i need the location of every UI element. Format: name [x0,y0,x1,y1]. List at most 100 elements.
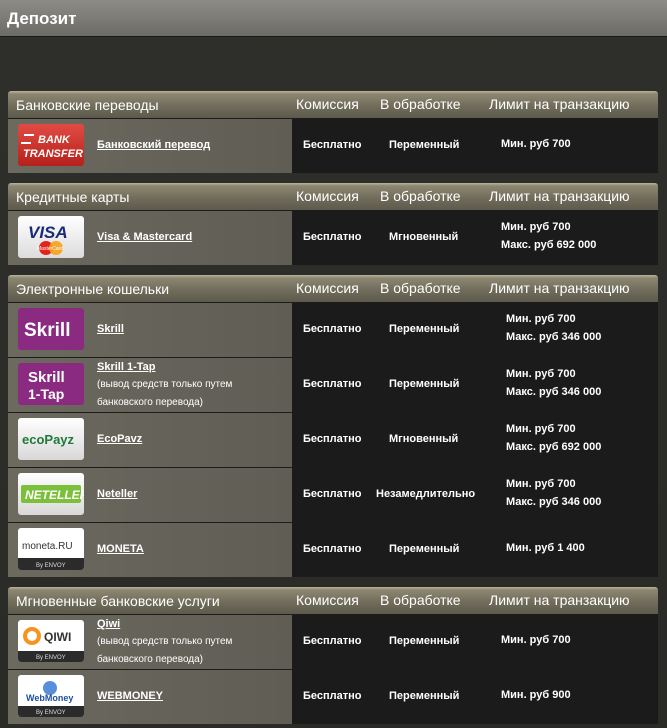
column-limit-header: Лимит на транзакцию [489,96,630,112]
method-note: (вывод средств только путем [97,379,233,390]
method-link-skrill[interactable]: Skrill [97,323,124,335]
limit-min-value: Мин. руб 900 [501,689,571,701]
section-title: Электронные кошельки [16,281,170,297]
fee-value: Бесплатно [303,139,362,151]
method-row-moneta: moneta.RU By ENVOY MONETA Бесплатно Пере… [8,522,658,577]
page-title: Депозит [7,9,77,28]
method-row-ecopayz: ecoPayz EcoPavz Бесплатно Мгновенный Мин… [8,412,658,467]
limit-max-value: Макс. руб 346 000 [506,496,602,508]
section-header: Кредитные карты Комиссия В обработке Лим… [8,183,658,210]
logo-text: BANK [38,134,71,146]
method-row-skrill: Skrill Skrill Бесплатно Переменный Мин. … [8,302,658,357]
logo-text: By ENVOY [36,710,66,716]
column-limit-header: Лимит на транзакцию [489,592,630,608]
method-row-visa-mastercard: VISA MasterCard Visa & Mastercard Беспла… [8,210,658,265]
processing-value: Переменный [389,323,460,335]
skrill-logo-icon: Skrill [24,320,70,341]
fee-value: Бесплатно [303,635,362,647]
logo-text: ecoPayz [22,432,75,447]
method-link-webmoney[interactable]: WEBMONEY [97,690,163,702]
column-fee-header: Комиссия [296,280,359,296]
column-limit-header: Лимит на транзакцию [489,188,630,204]
ecopayz-logo-icon: ecoPayz [22,432,75,447]
logo-text: By ENVOY [36,563,66,569]
method-row-skrill-1tap: Skrill 1-Tap Skrill 1-Tap (вывод средств… [8,357,658,412]
logo-text: NETELLER [25,488,84,502]
limit-min-value: Мин. руб 1 400 [506,542,585,554]
method-row-bank-transfer: BANK TRANSFER Банковский перевод Бесплат… [8,118,658,173]
processing-value: Переменный [389,139,460,151]
qiwi-logo[interactable]: QIWI By ENVOY [18,620,84,662]
method-link-ecopayz[interactable]: EcoPavz [97,433,142,445]
section-instant-banking: Мгновенные банковские услуги Комиссия В … [8,587,658,724]
logo-text: By ENVOY [36,655,66,661]
processing-value: Незамедлительно [376,488,476,500]
skrill-1tap-logo-icon: Skrill 1-Tap [28,369,65,402]
column-limit-header: Лимит на транзакцию [489,280,630,296]
payment-methods: Банковские переводы Комиссия В обработке… [8,91,658,724]
method-link-moneta[interactable]: MONETA [97,543,144,555]
limit-max-value: Макс. руб 346 000 [506,331,602,343]
logo-text: VISA [28,223,68,242]
fee-value: Бесплатно [303,543,362,555]
fee-value: Бесплатно [303,323,362,335]
bank-transfer-logo-icon: BANK TRANSFER [21,134,83,160]
fee-value: Бесплатно [303,378,362,390]
method-link-neteller[interactable]: Neteller [97,488,137,500]
webmoney-logo-icon: WebMoney By ENVOY [18,681,84,717]
method-note: банковского перевода) [97,654,204,665]
section-header: Мгновенные банковские услуги Комиссия В … [8,587,658,614]
method-link-bank-transfer[interactable]: Банковский перевод [97,139,210,151]
method-note: банковского перевода) [97,397,204,408]
section-bank-transfers: Банковские переводы Комиссия В обработке… [8,91,658,173]
limit-max-value: Макс. руб 346 000 [506,386,602,398]
limit-min-value: Мин. руб 700 [506,313,576,325]
section-e-wallets: Электронные кошельки Комиссия В обработк… [8,275,658,577]
column-fee-header: Комиссия [296,188,359,204]
visa-mastercard-logo[interactable]: VISA MasterCard [18,216,84,258]
section-title: Банковские переводы [16,97,159,113]
skrill-1tap-logo[interactable]: Skrill 1-Tap [18,363,84,405]
visa-logo-icon: VISA MasterCard [28,223,68,255]
column-processing-header: В обработке [380,188,461,204]
column-fee-header: Комиссия [296,592,359,608]
processing-value: Мгновенный [389,433,459,445]
neteller-logo[interactable]: NETELLER [18,473,84,515]
logo-text: MasterCard [37,246,63,252]
method-link-visa-mastercard[interactable]: Visa & Mastercard [97,231,192,243]
section-header: Банковские переводы Комиссия В обработке… [8,91,658,118]
webmoney-logo[interactable]: WebMoney By ENVOY [18,675,84,717]
column-fee-header: Комиссия [296,96,359,112]
fee-value: Бесплатно [303,488,362,500]
section-title: Кредитные карты [16,189,130,205]
method-link-skrill-1tap[interactable]: Skrill 1-Tap [97,361,155,373]
method-row-webmoney: WebMoney By ENVOY WEBMONEY Бесплатно Пер… [8,669,658,724]
deposit-page: Депозит Банковские переводы Комиссия В о… [0,0,667,728]
logo-text: Skrill [28,369,65,386]
column-processing-header: В обработке [380,592,461,608]
logo-text: QIWI [44,630,71,644]
limit-min-value: Мин. руб 700 [501,138,571,150]
processing-value: Переменный [389,635,460,647]
method-note: (вывод средств только путем [97,636,233,647]
moneta-logo[interactable]: moneta.RU By ENVOY [18,528,84,570]
moneta-logo-icon: moneta.RU By ENVOY [18,541,84,570]
column-processing-header: В обработке [380,96,461,112]
fee-value: Бесплатно [303,690,362,702]
logo-text: 1-Tap [28,386,64,402]
section-credit-cards: Кредитные карты Комиссия В обработке Лим… [8,183,658,265]
limit-min-value: Мин. руб 700 [506,423,576,435]
logo-text: TRANSFER [23,148,83,160]
logo-text: moneta.RU [22,541,73,552]
neteller-logo-icon: NETELLER [21,485,84,503]
method-link-qiwi[interactable]: Qiwi [97,618,120,630]
method-row-qiwi: QIWI By ENVOY Qiwi (вывод средств только… [8,614,658,669]
method-row-neteller: NETELLER Neteller Бесплатно Незамедлител… [8,467,658,522]
bank-transfer-logo[interactable]: BANK TRANSFER [18,124,84,166]
skrill-logo[interactable]: Skrill [18,308,84,350]
processing-value: Переменный [389,690,460,702]
fee-value: Бесплатно [303,433,362,445]
ecopayz-logo[interactable]: ecoPayz [18,418,84,460]
limit-max-value: Макс. руб 692 000 [501,239,597,251]
limit-max-value: Макс. руб 692 000 [506,441,602,453]
